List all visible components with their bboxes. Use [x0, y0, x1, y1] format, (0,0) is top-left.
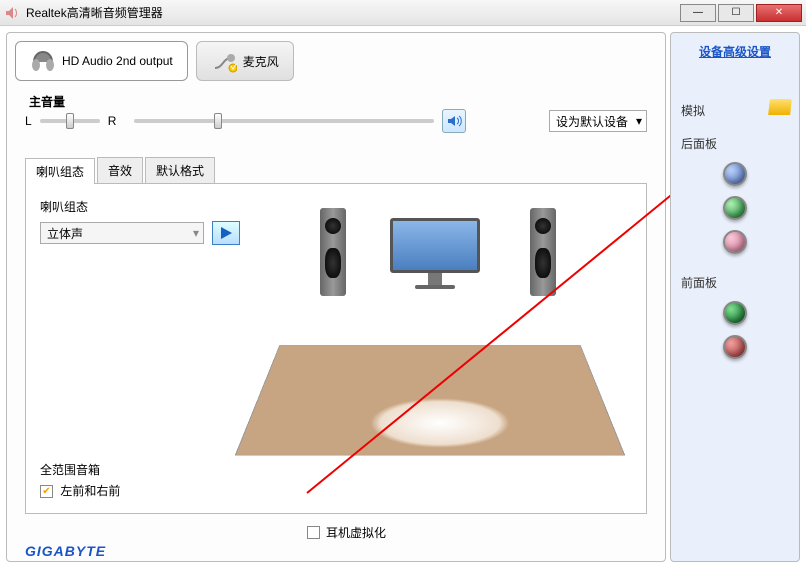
- minimize-button[interactable]: —: [680, 4, 716, 22]
- maximize-button[interactable]: ☐: [718, 4, 754, 22]
- jack-front-red[interactable]: [723, 335, 747, 359]
- volume-title: 主音量: [29, 93, 65, 110]
- balance-left-label: L: [25, 114, 32, 128]
- subtab-default-format[interactable]: 默认格式: [145, 157, 215, 183]
- balance-slider[interactable]: [40, 119, 100, 123]
- jack-front-green[interactable]: [723, 301, 747, 325]
- play-icon: [219, 226, 233, 240]
- front-panel-label: 前面板: [681, 274, 717, 291]
- main-panel: HD Audio 2nd output 麦克风 主音量 L R 设为默认设备 喇…: [6, 32, 666, 562]
- speaker-stage: [260, 198, 632, 499]
- jack-rear-blue[interactable]: [723, 162, 747, 186]
- side-panel: 设备高级设置 模拟 后面板 前面板: [670, 32, 800, 562]
- tab-hd-audio[interactable]: HD Audio 2nd output: [15, 41, 188, 81]
- brand-logo: GIGABYTE: [25, 543, 106, 559]
- speaker-left-icon[interactable]: [320, 208, 346, 296]
- analog-label: 模拟: [681, 102, 705, 119]
- speaker-icon: [4, 5, 20, 21]
- virtualization-checkbox[interactable]: [307, 526, 320, 539]
- monitor-icon: [390, 218, 480, 288]
- titlebar: Realtek高清晰音频管理器 — ☐ ✕: [0, 0, 806, 26]
- headphones-icon: [30, 48, 56, 74]
- default-device-label: 设为默认设备: [556, 113, 628, 130]
- fullrange-label: 左前和右前: [60, 484, 120, 498]
- tab-microphone[interactable]: 麦克风: [196, 41, 294, 81]
- speaker-mode-select[interactable]: 立体声: [40, 222, 204, 244]
- tab-hd-audio-label: HD Audio 2nd output: [62, 54, 173, 68]
- close-button[interactable]: ✕: [756, 4, 802, 22]
- tab-microphone-label: 麦克风: [243, 53, 279, 70]
- folder-icon[interactable]: [768, 99, 792, 115]
- virtualization-label: 耳机虚拟化: [326, 524, 386, 541]
- fullrange-title: 全范围音箱: [40, 461, 240, 478]
- window-title: Realtek高清晰音频管理器: [26, 4, 163, 21]
- subtab-speaker-config[interactable]: 喇叭组态: [25, 158, 95, 184]
- volume-slider[interactable]: [134, 119, 434, 123]
- jack-rear-pink[interactable]: [723, 230, 747, 254]
- jack-rear-green[interactable]: [723, 196, 747, 220]
- default-device-dropdown[interactable]: 设为默认设备: [549, 110, 647, 132]
- speaker-config-panel: 喇叭组态 立体声 全范围音箱 ✔ 左前和右前: [25, 184, 647, 514]
- fullrange-checkbox[interactable]: ✔: [40, 485, 53, 498]
- balance-right-label: R: [108, 114, 117, 128]
- subtab-sound-effect[interactable]: 音效: [97, 157, 143, 183]
- speaker-right-icon[interactable]: [530, 208, 556, 296]
- test-play-button[interactable]: [212, 221, 240, 245]
- microphone-icon: [211, 48, 237, 74]
- advanced-settings-link[interactable]: 设备高级设置: [699, 43, 771, 60]
- rear-panel-label: 后面板: [681, 135, 717, 152]
- sound-icon: [446, 113, 462, 129]
- speaker-mode-value: 立体声: [47, 225, 83, 242]
- fullrange-checkbox-row[interactable]: ✔ 左前和右前: [40, 484, 120, 498]
- config-title: 喇叭组态: [40, 198, 240, 215]
- mute-button[interactable]: [442, 109, 466, 133]
